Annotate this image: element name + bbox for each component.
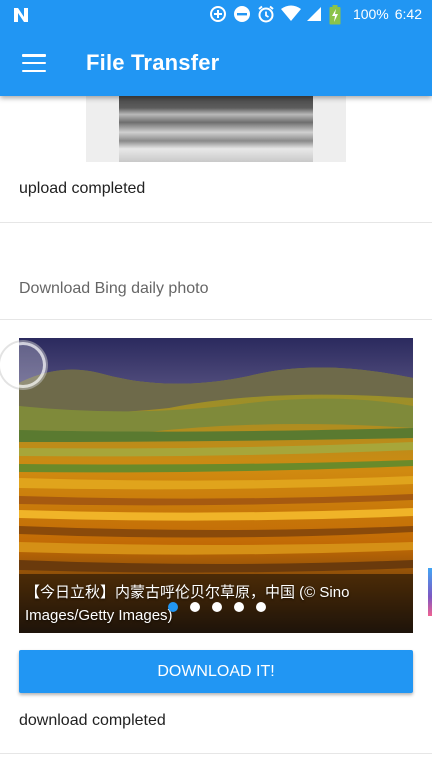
carousel-dot[interactable] (168, 602, 178, 612)
battery-percentage: 100% (352, 6, 389, 22)
edge-panel-handle[interactable] (428, 568, 432, 616)
upload-status-text: upload completed (19, 180, 146, 197)
bing-photo-carousel[interactable]: 【今日立秋】内蒙古呼伦贝尔草原，中国 (© Sino Images/Getty … (19, 338, 413, 633)
alarm-icon (257, 5, 275, 23)
do-not-disturb-icon (233, 5, 251, 23)
carousel-dot[interactable] (190, 602, 200, 612)
carousel-dot[interactable] (212, 602, 222, 612)
loading-spinner-icon (0, 342, 46, 388)
carousel-indicators (168, 602, 266, 612)
signal-icon (305, 5, 323, 23)
n-notification-icon (12, 6, 30, 29)
battery-charging-icon (329, 5, 347, 25)
uploaded-image-thumbnail[interactable] (119, 96, 313, 162)
wifi-icon (280, 5, 301, 23)
app-title: File Transfer (86, 50, 220, 75)
carousel-dot[interactable] (234, 602, 244, 612)
divider (0, 753, 432, 754)
status-bar: 100% 6:42 (0, 0, 432, 30)
divider (0, 319, 432, 320)
clock: 6:42 (394, 6, 422, 22)
hamburger-menu-icon[interactable] (22, 54, 46, 72)
download-button[interactable]: DOWNLOAD IT! (19, 650, 413, 693)
uploaded-image-container (86, 96, 346, 162)
app-bar: File Transfer (0, 30, 432, 96)
data-saver-icon (209, 5, 227, 23)
top-bar: 100% 6:42 File Transfer (0, 0, 432, 96)
download-status-text: download completed (19, 712, 166, 729)
download-section-title: Download Bing daily photo (19, 280, 209, 297)
divider (0, 222, 432, 223)
carousel-dot[interactable] (256, 602, 266, 612)
